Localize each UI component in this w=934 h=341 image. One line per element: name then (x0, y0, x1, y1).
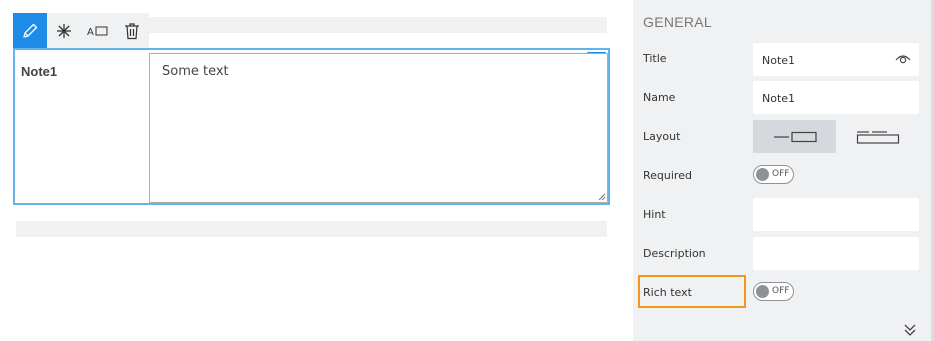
hint-input[interactable] (753, 198, 919, 231)
double-chevron-down-icon[interactable] (903, 323, 917, 337)
layout-stacked-icon (856, 130, 899, 144)
name-label: Name (643, 91, 676, 104)
required-toggle[interactable]: OFF (753, 165, 794, 184)
field-toolbar: A (13, 13, 149, 48)
title-input-value: Note1 (762, 54, 796, 67)
title-input[interactable]: Note1 (753, 43, 919, 76)
trash-icon (125, 22, 139, 39)
selected-field[interactable]: ↔ Note1 Some text (13, 48, 610, 205)
title-label: Title (643, 52, 667, 65)
section-title-general: GENERAL (643, 14, 713, 30)
note-textarea-value: Some text (162, 64, 229, 79)
required-label: Required (643, 169, 692, 182)
required-toggle-state: OFF (772, 169, 790, 179)
form-row-placeholder-bottom (16, 221, 607, 237)
layout-stacked-option[interactable] (836, 120, 919, 153)
delete-button[interactable] (115, 13, 149, 48)
eye-icon[interactable] (895, 53, 911, 65)
edit-button[interactable] (13, 13, 47, 48)
description-input[interactable] (753, 237, 919, 270)
pencil-icon (23, 23, 38, 38)
layout-inline-icon (773, 131, 817, 142)
name-input-value: Note1 (762, 92, 796, 105)
field-label: Note1 (21, 64, 58, 79)
toggle-knob (756, 285, 769, 298)
description-label: Description (643, 247, 706, 260)
required-button[interactable] (47, 13, 81, 48)
note-textarea[interactable]: Some text (149, 53, 608, 203)
rich-text-toggle[interactable]: OFF (753, 282, 794, 301)
toggle-knob (756, 168, 769, 181)
textarea-resize-grip-icon[interactable] (598, 193, 606, 201)
hint-label: Hint (643, 208, 666, 221)
properties-panel: GENERAL Title Note1 Name Note1 Layout Re… (633, 0, 934, 341)
label-box-icon: A (87, 26, 108, 38)
asterisk-icon (57, 23, 71, 38)
label-box-icon-letter: A (87, 27, 94, 38)
label-position-button[interactable]: A (81, 13, 115, 48)
rich-text-label: Rich text (643, 286, 692, 299)
layout-inline-option[interactable] (753, 120, 836, 153)
layout-label: Layout (643, 130, 681, 143)
rich-text-toggle-state: OFF (772, 286, 790, 296)
name-input[interactable]: Note1 (753, 81, 919, 114)
